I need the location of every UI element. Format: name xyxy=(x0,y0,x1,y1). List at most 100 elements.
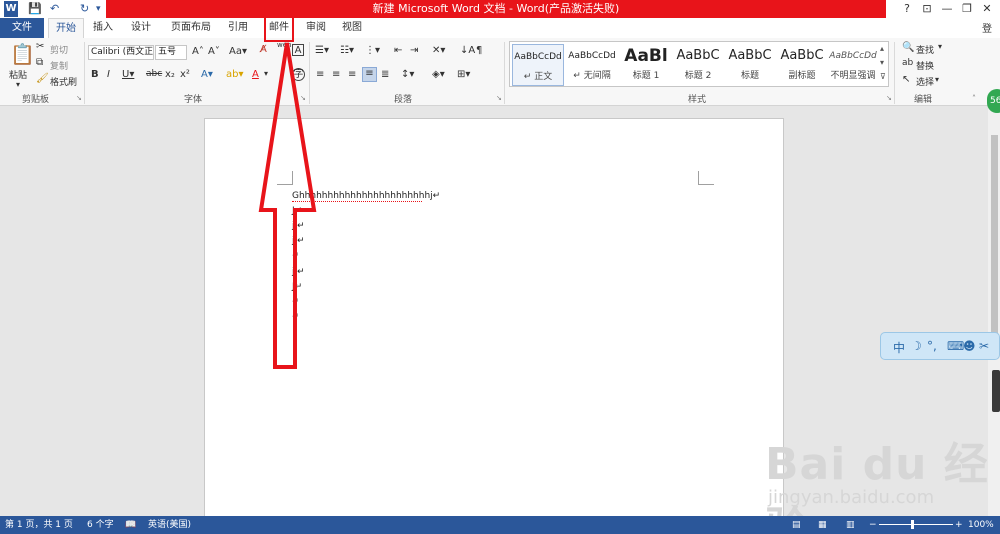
cut-button[interactable]: 剪切 xyxy=(50,43,68,56)
group-label-clipboard: 剪贴板 xyxy=(22,95,50,105)
tab-page-layout[interactable]: 页面布局 xyxy=(164,18,218,38)
paste-dropdown-icon[interactable]: ▾ xyxy=(16,80,20,89)
undo-icon[interactable]: ↶ xyxy=(50,1,59,17)
multilevel-list-icon[interactable]: ⋮▾ xyxy=(365,45,380,56)
styles-more-icon[interactable]: ⊽ xyxy=(880,72,886,81)
find-button[interactable]: 查找 xyxy=(916,43,934,56)
paste-icon[interactable]: 📋 xyxy=(10,42,35,66)
ime-user-icon[interactable]: ☻ xyxy=(963,339,976,353)
find-icon[interactable]: 🔍 xyxy=(902,42,914,53)
style-normal[interactable]: AaBbCcDd ↵ 正文 xyxy=(512,44,564,86)
subscript-icon[interactable]: x₂ xyxy=(165,69,175,80)
grow-font-icon[interactable]: A˄ xyxy=(192,46,204,57)
floating-badge[interactable]: 56 xyxy=(987,89,1000,113)
copy-button[interactable]: 复制 xyxy=(50,59,68,72)
ime-keyboard-icon[interactable]: ⌨ xyxy=(947,339,964,353)
print-layout-icon[interactable]: ▦ xyxy=(818,516,827,534)
style-title[interactable]: AaBbC 标题 xyxy=(724,44,776,86)
ribbon-display-options-button[interactable]: ⊡ xyxy=(916,0,938,18)
numbering-icon[interactable]: ☷▾ xyxy=(340,45,354,56)
help-button[interactable]: ? xyxy=(896,0,918,18)
shading-icon[interactable]: ◈▾ xyxy=(432,69,445,80)
copy-icon[interactable]: ⧉ xyxy=(36,57,43,68)
select-icon[interactable]: ↖ xyxy=(902,74,910,85)
page-count[interactable]: 第 1 页，共 1 页 xyxy=(5,516,73,534)
style-heading-1[interactable]: AaBl 标题 1 xyxy=(620,44,672,86)
tab-file[interactable]: 文件 xyxy=(0,18,44,38)
side-scroll-indicator[interactable] xyxy=(992,370,1000,412)
bold-icon[interactable]: B xyxy=(91,69,99,80)
tab-home[interactable]: 开始 xyxy=(48,18,84,38)
redo-icon[interactable]: ↻ xyxy=(80,1,89,17)
collapse-ribbon-icon[interactable]: ˄ xyxy=(972,94,976,103)
format-painter-button[interactable]: 格式刷 xyxy=(50,75,77,88)
select-button[interactable]: 选择 xyxy=(916,75,934,88)
language[interactable]: 英语(美国) xyxy=(148,516,191,534)
style-subtitle[interactable]: AaBbC 副标题 xyxy=(776,44,828,86)
web-layout-icon[interactable]: ▥ xyxy=(846,516,855,534)
change-case-icon[interactable]: Aa▾ xyxy=(229,46,247,57)
underline-icon[interactable]: U▾ xyxy=(122,69,134,80)
shrink-font-icon[interactable]: A˅ xyxy=(208,46,220,57)
scrollbar-thumb[interactable] xyxy=(991,135,998,335)
zoom-slider-thumb[interactable] xyxy=(911,520,914,529)
zoom-slider[interactable] xyxy=(879,524,953,525)
text-effects-icon[interactable]: A▾ xyxy=(201,69,213,80)
decrease-indent-icon[interactable]: ⇤ xyxy=(394,45,402,56)
styles-launcher-icon[interactable]: ↘ xyxy=(886,94,892,102)
increase-indent-icon[interactable]: ⇥ xyxy=(410,45,418,56)
line-spacing-icon[interactable]: ↕▾ xyxy=(401,69,414,80)
tab-view[interactable]: 视图 xyxy=(336,18,368,38)
clipboard-launcher-icon[interactable]: ↘ xyxy=(76,94,82,102)
save-icon[interactable]: 💾 xyxy=(28,1,42,17)
style-no-spacing[interactable]: AaBbCcDd ↵ 无间隔 xyxy=(566,44,618,86)
ime-mode[interactable]: 中 xyxy=(893,339,905,356)
align-right-icon[interactable]: ≡ xyxy=(348,69,356,80)
font-size-combo[interactable]: 五号 xyxy=(155,45,187,60)
strikethrough-icon[interactable]: abc xyxy=(146,69,162,79)
word-app-icon[interactable]: W xyxy=(4,1,18,17)
superscript-icon[interactable]: x² xyxy=(180,69,190,80)
ime-moon-icon[interactable]: ☽ xyxy=(911,339,922,353)
cut-icon[interactable]: ✂ xyxy=(36,41,44,52)
borders-icon[interactable]: ⊞▾ xyxy=(457,69,470,80)
proofing-icon[interactable]: 📖 xyxy=(125,516,136,534)
highlight-icon[interactable]: ab▾ xyxy=(226,69,244,80)
quick-access-dropdown-icon[interactable]: ▾ xyxy=(96,1,101,17)
zoom-in-icon[interactable]: + xyxy=(955,516,963,534)
show-marks-icon[interactable]: ¶ xyxy=(476,45,482,56)
chinese-layout-icon[interactable]: ✕▾ xyxy=(432,45,445,56)
zoom-out-icon[interactable]: − xyxy=(869,516,877,534)
italic-icon[interactable]: I xyxy=(107,69,110,80)
style-subtle-emphasis[interactable]: AaBbCcDd 不明显强调 xyxy=(828,44,878,86)
tab-references[interactable]: 引用 xyxy=(222,18,254,38)
style-heading-2[interactable]: AaBbC 标题 2 xyxy=(672,44,724,86)
select-dropdown-icon[interactable]: ▾ xyxy=(935,75,939,84)
zoom-percent[interactable]: 100% xyxy=(968,516,994,534)
tab-design[interactable]: 设计 xyxy=(124,18,158,38)
ime-tools-icon[interactable]: ✂ xyxy=(979,339,989,353)
replace-icon[interactable]: ab xyxy=(902,58,913,68)
format-painter-icon[interactable]: 🖌 xyxy=(36,73,49,84)
paragraph-launcher-icon[interactable]: ↘ xyxy=(496,94,502,102)
sort-icon[interactable]: ↓A xyxy=(460,45,475,56)
style-name: 标题 1 xyxy=(632,71,660,81)
find-dropdown-icon[interactable]: ▾ xyxy=(938,42,942,51)
distributed-icon[interactable]: ≣ xyxy=(381,69,389,80)
tab-review[interactable]: 审阅 xyxy=(300,18,332,38)
close-button[interactable]: ✕ xyxy=(976,0,998,18)
tab-insert[interactable]: 插入 xyxy=(86,18,120,38)
styles-scroll-up-icon[interactable]: ▴ xyxy=(880,44,884,53)
ime-punctuation-icon[interactable]: °, xyxy=(927,339,937,353)
minimize-button[interactable]: — xyxy=(936,0,958,18)
word-count[interactable]: 6 个字 xyxy=(87,516,114,534)
read-mode-icon[interactable]: ▤ xyxy=(792,516,801,534)
separator xyxy=(894,42,895,104)
ime-toolbar[interactable]: 中 ☽ °, ⌨ ☻ ✂ xyxy=(880,332,1000,360)
font-name-combo[interactable]: Calibri (西文正 xyxy=(88,45,154,60)
justify-icon[interactable]: ≡ xyxy=(362,67,377,82)
align-center-icon[interactable]: ≡ xyxy=(332,69,340,80)
maximize-button[interactable]: ❐ xyxy=(956,0,978,18)
styles-scroll-down-icon[interactable]: ▾ xyxy=(880,58,884,67)
replace-button[interactable]: 替换 xyxy=(916,59,934,72)
